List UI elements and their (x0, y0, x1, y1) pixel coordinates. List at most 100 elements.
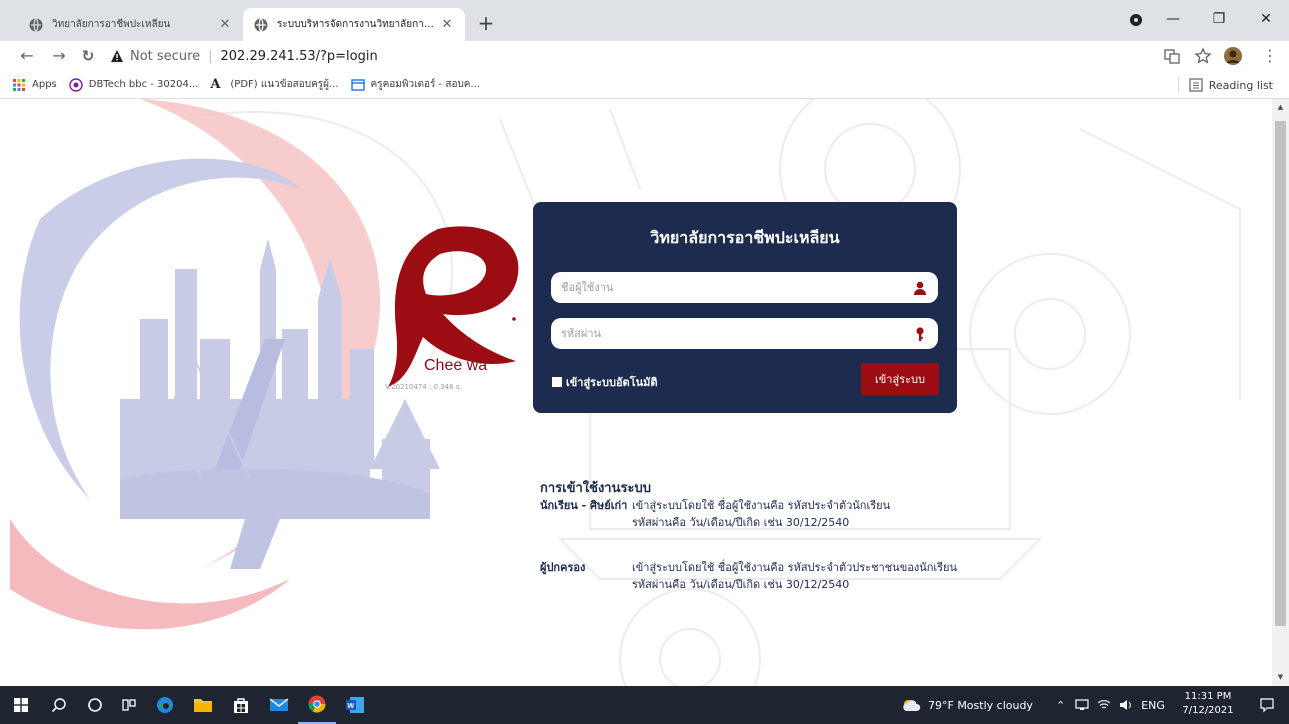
bookmark-dbtech[interactable]: DBTech bbc - 30204... (69, 77, 199, 92)
usage-info-title: การเข้าใช้งานระบบ (540, 481, 651, 496)
password-input[interactable] (561, 327, 912, 340)
address-separator: | (208, 48, 213, 64)
windows-icon (14, 698, 28, 712)
description-line: รหัสผ่านคือ วัน/เดือน/ปีเกิด เช่น 30/12/… (632, 516, 850, 529)
bookmark-pdf[interactable]: A (PDF) แนวข้อสอบครูผู้... (210, 77, 338, 92)
bookmark-label: ครูคอมพิวเตอร์ - สอบค... (370, 79, 481, 90)
tab-label: วิทยาลัยการอาชีพปะเหลียน (52, 19, 171, 30)
password-field[interactable] (551, 318, 938, 349)
tab-strip: วิทยาลัยการอาชีพปะเหลียน ✕ ระบบบริหารจัด… (0, 0, 1289, 41)
description-line: รหัสผ่านคือ วัน/เดือน/ปีเกิด เช่น 30/12/… (632, 578, 850, 591)
bookmark-label: DBTech bbc - 30204... (88, 79, 199, 90)
task-view-icon (122, 699, 136, 711)
chevron-up-icon[interactable]: ⌃ (1056, 699, 1065, 712)
minimize-button[interactable]: — (1150, 0, 1196, 41)
remember-me[interactable]: เข้าสู่ระบบอัตโนมัติ (552, 373, 658, 391)
cortana-icon (88, 698, 102, 712)
usage-info: การเข้าใช้งานระบบ นักเรียน - ศิษย์เก่า เ… (540, 480, 970, 593)
reading-list-button[interactable]: Reading list (1177, 77, 1273, 93)
forward-button[interactable]: → (48, 45, 70, 67)
chrome-taskbar-button[interactable] (298, 686, 336, 724)
restore-button[interactable]: ❐ (1196, 0, 1242, 41)
bookmark-label: Apps (32, 79, 57, 90)
notifications-button[interactable] (1248, 686, 1286, 724)
brand-name: Chee wa (424, 357, 488, 374)
avatar[interactable] (1223, 46, 1243, 66)
store-button[interactable] (222, 686, 260, 724)
login-button[interactable]: เข้าสู่ระบบ (861, 363, 939, 395)
extension-icon[interactable] (1128, 12, 1144, 28)
description-line: เข้าสู่ระบบโดยใช้ ชื่อผู้ใช้งานคือ รหัสป… (632, 499, 891, 512)
wifi-icon[interactable] (1097, 699, 1111, 711)
globe-icon (254, 17, 268, 32)
bookmarks-bar: Apps DBTech bbc - 30204... A (PDF) แนวข้… (0, 71, 1289, 99)
scroll-down-arrow-icon[interactable]: ▼ (1272, 669, 1289, 686)
academia-icon: A (210, 76, 221, 92)
page-scrollbar[interactable]: ▲ ▼ (1272, 99, 1289, 686)
remember-label: เข้าสู่ระบบอัตโนมัติ (566, 376, 658, 389)
network-icon[interactable] (1075, 699, 1089, 711)
clock[interactable]: 11:31 PM 7/12/2021 (1180, 690, 1236, 718)
apps-grid-icon (13, 78, 25, 91)
cortana-button[interactable] (76, 686, 114, 724)
back-button[interactable]: ← (16, 45, 38, 67)
username-field[interactable] (551, 272, 938, 303)
clock-date: 7/12/2021 (1182, 705, 1234, 716)
user-icon (914, 281, 926, 295)
search-button[interactable] (40, 686, 78, 724)
remember-checkbox[interactable] (552, 377, 562, 387)
globe-icon (29, 17, 43, 32)
address-bar[interactable]: Not secure | 202.29.241.53/?p=login (110, 44, 1130, 68)
bookmark-krucom[interactable]: ครูคอมพิวเตอร์ - สอบค... (350, 77, 481, 92)
warning-icon (111, 50, 123, 62)
tab-close-icon[interactable]: ✕ (439, 17, 455, 32)
reading-list-label: Reading list (1208, 78, 1273, 92)
task-view-button[interactable] (110, 686, 148, 724)
mail-icon (269, 698, 289, 711)
scrollbar-thumb[interactable] (1275, 121, 1286, 626)
folder-icon (194, 699, 212, 712)
username-input[interactable] (561, 281, 912, 294)
star-icon[interactable] (1193, 46, 1213, 66)
login-title: วิทยาลัยการอาชีพปะเหลียน (650, 228, 840, 247)
file-explorer-button[interactable] (184, 686, 222, 724)
site-icon (350, 78, 365, 91)
menu-icon[interactable]: ⋮ (1259, 45, 1281, 67)
key-icon (916, 326, 924, 341)
reload-button[interactable]: ↻ (77, 45, 99, 67)
tab-close-icon[interactable]: ✕ (217, 17, 233, 32)
url-text: 202.29.241.53/?p=login (220, 48, 378, 64)
dbtech-icon (69, 77, 83, 92)
weather-widget[interactable]: 79°F Mostly cloudy (900, 686, 1033, 724)
bookmark-apps[interactable]: Apps (12, 78, 57, 92)
mail-button[interactable] (260, 686, 298, 724)
translate-icon[interactable] (1162, 46, 1182, 66)
role-description: เข้าสู่ระบบโดยใช้ ชื่อผู้ใช้งานคือ รหัสป… (632, 559, 970, 593)
notification-icon (1260, 698, 1274, 713)
start-button[interactable] (2, 686, 40, 724)
volume-icon[interactable] (1119, 699, 1133, 711)
word-icon: W (346, 697, 364, 713)
tab-inactive[interactable]: วิทยาลัยการอาชีพปะเหลียน ✕ (18, 8, 243, 41)
svg-text:W: W (348, 703, 355, 710)
role-label: นักเรียน - ศิษย์เก่า (540, 499, 628, 512)
bookmark-label: (PDF) แนวข้อสอบครูผู้... (230, 79, 339, 90)
edge-taskbar-button[interactable] (146, 686, 184, 724)
scroll-up-arrow-icon[interactable]: ▲ (1272, 99, 1289, 116)
language-indicator[interactable]: ENG (1141, 699, 1165, 712)
role-label: ผู้ปกครอง (540, 561, 586, 574)
close-window-button[interactable]: ✕ (1243, 0, 1289, 41)
new-tab-button[interactable]: + (474, 12, 498, 36)
tab-label: ระบบบริหารจัดการงานวิทยาลัยการอาชี (277, 19, 439, 30)
system-tray[interactable]: ⌃ ENG (1056, 686, 1165, 724)
store-icon (234, 698, 248, 713)
weather-cloud-icon (903, 700, 921, 711)
info-row-student: นักเรียน - ศิษย์เก่า เข้าสู่ระบบโดยใช้ ช… (540, 497, 970, 531)
word-taskbar-button[interactable]: W (336, 686, 374, 724)
tab-active[interactable]: ระบบบริหารจัดการงานวิทยาลัยการอาชี ✕ (243, 8, 465, 41)
login-card: วิทยาลัยการอาชีพปะเหลียน เข้าสู่ระบบอัตโ… (533, 202, 957, 413)
login-page: CHEEWA Chee wa V.20210474 : 0.346 s. วิท… (0, 99, 1272, 686)
divider (1177, 77, 1179, 93)
clock-time: 11:31 PM (1184, 691, 1232, 702)
edge-icon (157, 697, 173, 713)
